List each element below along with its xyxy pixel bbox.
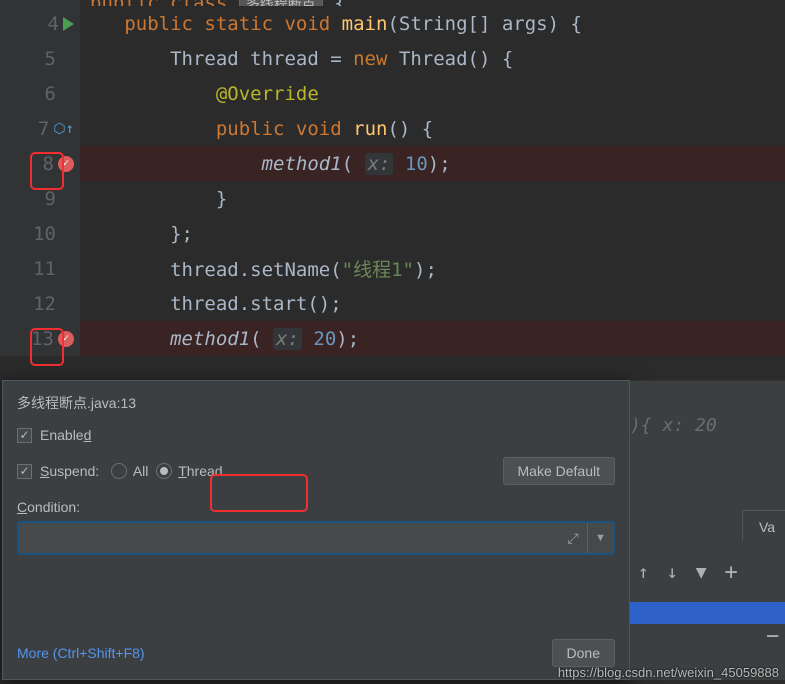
done-button[interactable]: Done bbox=[552, 639, 615, 667]
line-number: 12 bbox=[30, 293, 56, 315]
suspend-label: Suspend: bbox=[40, 463, 99, 479]
param-hint: x: bbox=[365, 153, 394, 175]
code-line[interactable]: 10 }; bbox=[0, 216, 785, 251]
selection-bar bbox=[630, 602, 785, 624]
line-number: 13 bbox=[28, 328, 54, 350]
run-icon[interactable] bbox=[63, 17, 74, 31]
down-icon[interactable]: ↓ bbox=[667, 562, 678, 583]
line-number: 5 bbox=[30, 48, 56, 70]
remove-icon[interactable]: − bbox=[766, 624, 779, 649]
line-number: 10 bbox=[30, 223, 56, 245]
breakpoint-icon[interactable] bbox=[58, 331, 74, 347]
more-link[interactable]: More (Ctrl+Shift+F8) bbox=[17, 645, 145, 661]
suspend-checkbox[interactable] bbox=[17, 464, 32, 479]
suspend-thread-label: Thread bbox=[178, 463, 222, 479]
suspend-all-label: All bbox=[133, 463, 149, 479]
code-line[interactable]: 5 Thread thread = new Thread() { bbox=[0, 41, 785, 76]
expand-icon[interactable]: ⤢ bbox=[559, 530, 587, 547]
code-editor[interactable]: public class 多线程断点 { 4 public static voi… bbox=[0, 0, 785, 380]
code-line[interactable]: public class 多线程断点 { bbox=[0, 0, 785, 6]
class-badge: 多线程断点 bbox=[239, 0, 323, 6]
line-number: 4 bbox=[33, 13, 59, 35]
code-line[interactable]: 9 } bbox=[0, 181, 785, 216]
code-line-breakpoint[interactable]: 8 method1( x: 10); bbox=[0, 146, 785, 181]
line-number: 9 bbox=[30, 188, 56, 210]
condition-input-wrap: ⤢ ▼ bbox=[17, 521, 615, 555]
code-line[interactable]: 11 thread.setName("线程1"); bbox=[0, 251, 785, 286]
line-number: 7 bbox=[23, 118, 49, 140]
suspend-thread-radio[interactable] bbox=[156, 463, 172, 479]
param-hint: x: bbox=[273, 328, 302, 350]
make-default-button[interactable]: Make Default bbox=[503, 457, 615, 485]
filter-icon[interactable]: ▼ bbox=[696, 562, 707, 583]
breakpoint-popup: 多线程断点.java:13 Enabled Suspend: All Threa… bbox=[2, 380, 630, 680]
history-dropdown[interactable]: ▼ bbox=[587, 523, 613, 553]
variables-tab[interactable]: Va bbox=[742, 510, 785, 540]
up-icon[interactable]: ↑ bbox=[638, 562, 649, 583]
watermark: https://blog.csdn.net/weixin_45059888 bbox=[558, 665, 779, 680]
suspend-all-radio[interactable] bbox=[111, 463, 127, 479]
code-line[interactable]: 4 public static void main(String[] args)… bbox=[0, 6, 785, 41]
line-number: 11 bbox=[30, 258, 56, 280]
condition-input[interactable] bbox=[19, 523, 559, 553]
implements-icon[interactable]: ⬡↑ bbox=[53, 121, 74, 137]
add-icon[interactable]: + bbox=[725, 560, 738, 585]
code-line[interactable]: 6 @Override bbox=[0, 76, 785, 111]
peek-code: ){ x: 20 bbox=[630, 415, 717, 436]
line-number: 6 bbox=[30, 83, 56, 105]
popup-title: 多线程断点.java:13 bbox=[17, 393, 615, 413]
debug-toolbar: ↑ ↓ ▼ + bbox=[638, 560, 738, 585]
code-line-breakpoint[interactable]: 13 method1( x: 20); bbox=[0, 321, 785, 356]
condition-label: Condition: bbox=[17, 499, 80, 515]
code-line[interactable]: 12 thread.start(); bbox=[0, 286, 785, 321]
line-number: 8 bbox=[28, 153, 54, 175]
enabled-label: Enabled bbox=[40, 427, 91, 443]
code-line[interactable]: 7 ⬡↑ public void run() { bbox=[0, 111, 785, 146]
enabled-checkbox[interactable] bbox=[17, 428, 32, 443]
breakpoint-icon[interactable] bbox=[58, 156, 74, 172]
